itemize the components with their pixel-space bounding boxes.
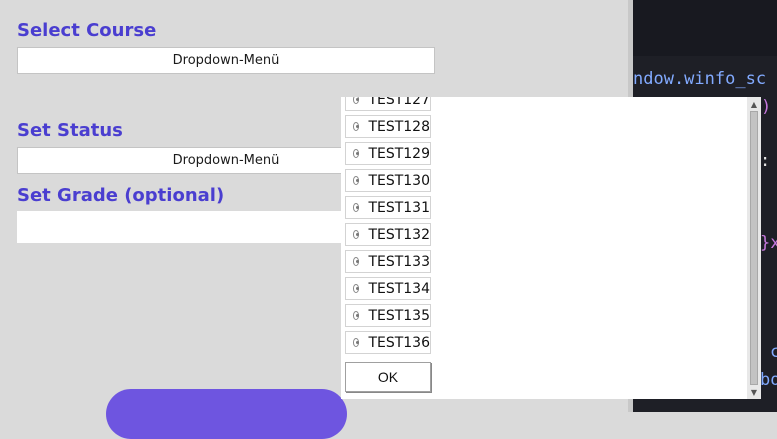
radio-item-label: TEST128 — [368, 118, 430, 135]
radio-item-label: TEST132 — [368, 226, 430, 243]
radio-item-label: TEST133 — [368, 253, 430, 270]
radio-button-icon — [353, 257, 360, 266]
radio-item-test135[interactable]: TEST135 — [345, 304, 431, 327]
radio-item-test128[interactable]: TEST128 — [345, 115, 431, 138]
radio-button-icon — [353, 176, 360, 185]
radio-item-test136[interactable]: TEST136 — [345, 331, 431, 354]
radio-item-label: TEST135 — [368, 307, 430, 324]
radio-item-test134[interactable]: TEST134 — [345, 277, 431, 300]
radio-item-test127[interactable]: TEST127 — [345, 97, 431, 111]
radio-button-icon — [353, 97, 360, 104]
radio-item-test132[interactable]: TEST132 — [345, 223, 431, 246]
course-radio-list: TEST127 TEST128 TEST129 TEST130 TEST131 … — [341, 97, 746, 399]
radio-button-icon — [353, 149, 360, 158]
code-colon: : — [760, 151, 771, 171]
code-paren: ) — [761, 97, 772, 117]
editor-header — [633, 0, 777, 56]
radio-item-test133[interactable]: TEST133 — [345, 250, 431, 273]
scroll-thumb[interactable] — [750, 111, 758, 385]
list-scrollbar[interactable]: ▲ ▼ — [747, 97, 761, 399]
set-grade-label: Set Grade (optional) — [17, 185, 225, 206]
submit-button[interactable] — [106, 389, 347, 439]
code-brace: }x — [760, 233, 777, 253]
course-dropdown[interactable]: Dropdown-Menü — [17, 47, 435, 74]
radio-button-icon — [353, 338, 360, 347]
radio-item-test130[interactable]: TEST130 — [345, 169, 431, 192]
select-course-label: Select Course — [17, 20, 157, 41]
set-status-label: Set Status — [17, 120, 123, 141]
radio-item-label: TEST130 — [368, 172, 430, 189]
code-frag-c: c — [770, 342, 777, 362]
scroll-down-arrow-icon[interactable]: ▼ — [747, 386, 761, 398]
radio-button-icon — [353, 122, 360, 131]
radio-item-test129[interactable]: TEST129 — [345, 142, 431, 165]
course-list-popup: TEST127 TEST128 TEST129 TEST130 TEST131 … — [341, 97, 761, 399]
radio-button-icon — [353, 203, 360, 212]
radio-item-label: TEST129 — [368, 145, 430, 162]
grade-input[interactable] — [17, 211, 351, 243]
ok-button[interactable]: OK — [345, 362, 431, 392]
radio-item-label: TEST131 — [368, 199, 430, 216]
scroll-up-arrow-icon[interactable]: ▲ — [747, 98, 761, 110]
radio-item-test131[interactable]: TEST131 — [345, 196, 431, 219]
radio-button-icon — [353, 230, 360, 239]
radio-button-icon — [353, 284, 360, 293]
radio-item-label: TEST136 — [368, 334, 430, 351]
code-line-winfo: ndow.winfo_sc — [633, 69, 767, 89]
code-frag-bo: bo — [760, 370, 777, 390]
radio-item-label: TEST134 — [368, 280, 430, 297]
radio-button-icon — [353, 311, 360, 320]
radio-item-label: TEST127 — [368, 97, 430, 108]
